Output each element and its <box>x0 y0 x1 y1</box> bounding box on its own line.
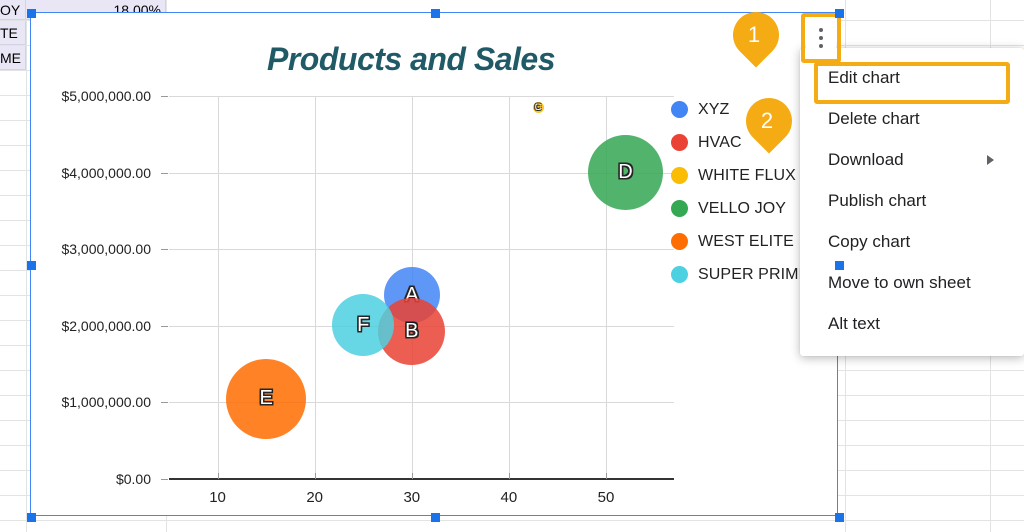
y-axis-tick-label: $1,000,000.00 <box>61 394 151 411</box>
menu-item-label: Publish chart <box>828 190 927 210</box>
legend-item-label: WHITE FLUX <box>698 166 796 184</box>
legend-color-swatch-icon <box>671 167 688 184</box>
chart-bubble[interactable]: F <box>332 294 395 357</box>
chart-bubble-label: E <box>259 387 273 410</box>
edit-chart-highlight <box>814 62 1010 104</box>
chart-resize-handle[interactable] <box>26 8 36 18</box>
chart-gridline-horizontal <box>169 96 674 97</box>
chart-resize-handle[interactable] <box>26 260 36 270</box>
x-axis-tick-label: 20 <box>306 489 324 506</box>
chart-resize-handle[interactable] <box>834 8 844 18</box>
chart-title: Products and Sales <box>267 41 555 77</box>
legend-color-swatch-icon <box>671 200 688 217</box>
chart-gridline-horizontal <box>169 249 674 251</box>
legend-item-label: WEST ELITE <box>698 232 794 250</box>
x-axis-tick-mark <box>217 473 219 479</box>
legend-item-label: HVAC <box>698 133 742 151</box>
menu-item-alt-text[interactable]: Alt text <box>800 303 1024 344</box>
badge-number: 1 <box>747 22 761 47</box>
chart-x-axis-line <box>169 478 674 480</box>
chart-bubble-label: D <box>618 161 633 184</box>
chart-resize-handle[interactable] <box>430 512 440 522</box>
menu-item-copy-chart[interactable]: Copy chart <box>800 221 1024 262</box>
y-axis-tick-label: $2,000,000.00 <box>61 317 151 334</box>
chart-bubble-label: F <box>357 313 370 336</box>
menu-item-label: Alt text <box>828 313 880 333</box>
x-axis-tick-mark <box>508 473 510 479</box>
x-axis-tick-label: 50 <box>597 489 615 506</box>
y-axis-tick-mark <box>161 249 168 251</box>
menu-item-label: Move to own sheet <box>828 272 971 292</box>
y-axis-tick-label: $0.00 <box>115 471 151 487</box>
x-axis-tick-label: 10 <box>209 489 226 506</box>
menu-item-delete-chart[interactable]: Delete chart <box>800 98 1024 139</box>
chart-bubble[interactable]: E <box>226 358 307 439</box>
chart-bubble-label: C <box>534 102 542 113</box>
chart-gridline-vertical <box>314 96 316 479</box>
x-axis-tick-label: 40 <box>500 489 518 506</box>
spreadsheet-cell[interactable]: OY <box>0 0 26 20</box>
chart-gridline-vertical <box>217 96 219 479</box>
legend-color-swatch-icon <box>671 134 688 151</box>
chart-object[interactable]: Products and Sales $0.00 $1,000,000.00 $2,… <box>26 8 844 522</box>
step-badge-1: 1 <box>723 2 789 68</box>
y-axis-tick-mark <box>161 325 168 327</box>
menu-item-label: Download <box>828 149 904 169</box>
legend-color-swatch-icon <box>671 101 688 118</box>
chart-resize-handle[interactable] <box>430 8 440 18</box>
y-axis-tick-label: $3,000,000.00 <box>61 241 151 258</box>
sheet-gridline-horizontal <box>0 520 1024 521</box>
y-axis-tick-mark <box>161 96 168 97</box>
legend-item-label: VELLO JOY <box>698 199 787 217</box>
chart-bubble[interactable]: D <box>587 135 663 211</box>
chart-resize-handle[interactable] <box>26 512 36 522</box>
chart-bubble-label: B <box>405 319 419 342</box>
y-axis-tick-label: $4,000,000.00 <box>61 164 151 181</box>
menu-item-download[interactable]: Download <box>800 139 1024 180</box>
menu-item-publish-chart[interactable]: Publish chart <box>800 180 1024 221</box>
menu-item-label: Copy chart <box>828 231 911 251</box>
legend-item-label: SUPER PRIME <box>698 265 810 283</box>
spreadsheet-cell[interactable]: ME <box>0 46 26 70</box>
legend-color-swatch-icon <box>671 266 688 283</box>
step-badge-2: 2 <box>736 88 802 154</box>
y-axis-tick-mark <box>161 479 168 480</box>
chart-bubble[interactable]: C <box>532 101 544 113</box>
y-axis-tick-mark <box>161 172 168 174</box>
x-axis-tick-mark <box>314 473 316 479</box>
x-axis-tick-mark <box>411 473 413 479</box>
legend-color-swatch-icon <box>671 233 688 250</box>
spreadsheet-cell[interactable]: TE <box>0 21 26 45</box>
chart-resize-handle[interactable] <box>834 512 844 522</box>
chart-gridline-vertical <box>508 96 510 479</box>
x-axis-tick-label: 30 <box>403 489 421 506</box>
chart-plot-area: $0.00 $1,000,000.00 $2,000,000.00 $3,000,00… <box>61 88 674 506</box>
badge-number: 2 <box>760 108 774 133</box>
menu-item-label: Delete chart <box>828 108 920 128</box>
kebab-button-highlight <box>801 13 841 63</box>
y-axis-tick-mark <box>161 402 168 404</box>
legend-item-label: XYZ <box>698 100 730 118</box>
y-axis-tick-label: $5,000,000.00 <box>61 88 151 104</box>
chart-resize-handle[interactable] <box>834 260 844 270</box>
submenu-arrow-icon <box>987 154 994 165</box>
x-axis-tick-mark <box>606 473 608 479</box>
